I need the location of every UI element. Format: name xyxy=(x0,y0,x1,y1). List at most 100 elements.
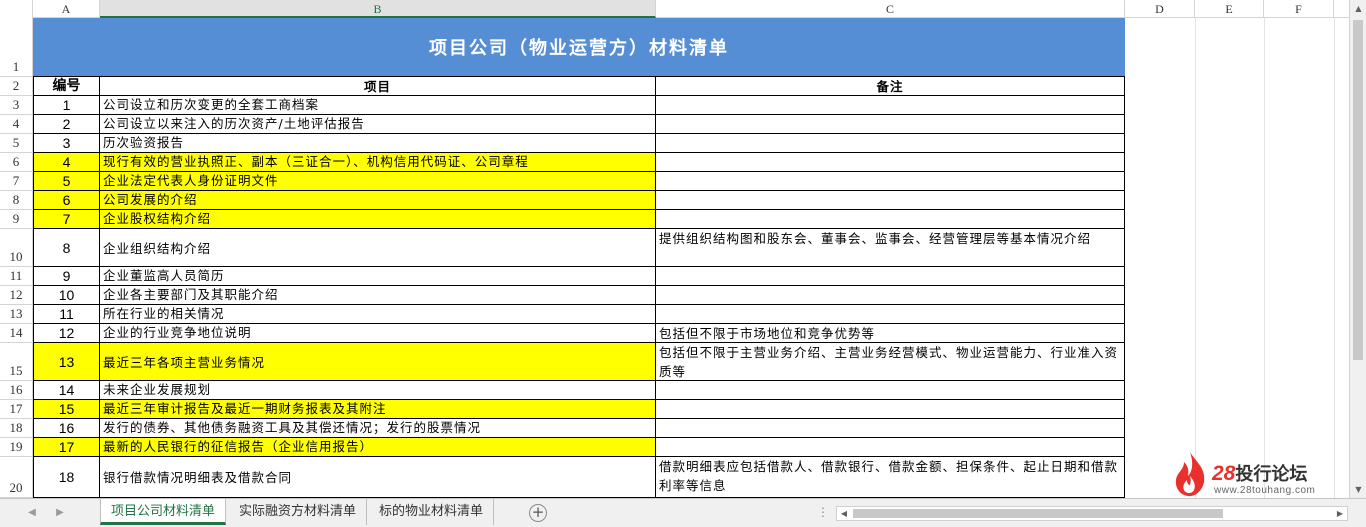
item-note[interactable]: 包括但不限于市场地位和竞争优势等 xyxy=(656,324,1125,343)
item-note[interactable] xyxy=(656,210,1125,229)
item-name[interactable]: 历次验资报告 xyxy=(100,134,656,153)
item-num[interactable]: 17 xyxy=(33,438,100,457)
row-header-13[interactable]: 13 xyxy=(0,305,33,324)
item-num[interactable]: 6 xyxy=(33,191,100,210)
row-header-17[interactable]: 17 xyxy=(0,400,33,419)
row-header-8[interactable]: 8 xyxy=(0,191,33,210)
scroll-down-icon[interactable]: ▼ xyxy=(1350,481,1366,498)
row-header-4[interactable]: 4 xyxy=(0,115,33,134)
row-header-12[interactable]: 12 xyxy=(0,286,33,305)
item-name[interactable]: 发行的债券、其他债务融资工具及其偿还情况；发行的股票情况 xyxy=(100,419,656,438)
scroll-right-icon[interactable]: ▶ xyxy=(1333,507,1347,520)
item-note[interactable] xyxy=(656,153,1125,172)
horizontal-scroll-thumb[interactable] xyxy=(853,509,1223,518)
row-header-7[interactable]: 7 xyxy=(0,172,33,191)
sheet-grid[interactable]: 项目公司（物业运营方）材料清单 编号 项目 备注 1 公司设立和历次变更的全套工… xyxy=(33,18,1349,498)
item-name[interactable]: 最新的人民银行的征信报告（企业信用报告） xyxy=(100,438,656,457)
item-note[interactable] xyxy=(656,305,1125,324)
item-name[interactable]: 最近三年各项主营业务情况 xyxy=(100,343,656,381)
item-note[interactable] xyxy=(656,267,1125,286)
item-name[interactable]: 现行有效的营业执照正、副本（三证合一）、机构信用代码证、公司章程 xyxy=(100,153,656,172)
column-header-a[interactable]: A xyxy=(33,0,100,18)
select-all-corner[interactable] xyxy=(0,0,33,18)
row-header-5[interactable]: 5 xyxy=(0,134,33,153)
row-header-1[interactable]: 1 xyxy=(0,18,33,77)
item-name[interactable]: 企业法定代表人身份证明文件 xyxy=(100,172,656,191)
item-note[interactable] xyxy=(656,381,1125,400)
column-header-f[interactable]: F xyxy=(1264,0,1334,18)
item-name[interactable]: 公司设立和历次变更的全套工商档案 xyxy=(100,96,656,115)
scroll-up-icon[interactable]: ▲ xyxy=(1350,0,1366,17)
item-num[interactable]: 8 xyxy=(33,229,100,267)
item-num[interactable]: 16 xyxy=(33,419,100,438)
item-note[interactable]: 提供组织结构图和股东会、董事会、监事会、经营管理层等基本情况介绍 xyxy=(656,229,1125,267)
item-name[interactable]: 企业的行业竞争地位说明 xyxy=(100,324,656,343)
tab-split-handle[interactable]: ⋮ xyxy=(817,505,830,519)
vertical-scrollbar[interactable]: ▲ ▼ xyxy=(1349,0,1366,498)
row-header-14[interactable]: 14 xyxy=(0,324,33,343)
column-header-b[interactable]: B xyxy=(100,0,656,18)
scroll-left-icon[interactable]: ◀ xyxy=(837,507,851,520)
item-note[interactable] xyxy=(656,115,1125,134)
item-name[interactable]: 企业各主要部门及其职能介绍 xyxy=(100,286,656,305)
item-note[interactable] xyxy=(656,286,1125,305)
next-sheet-icon[interactable]: ▶ xyxy=(52,505,68,521)
item-num[interactable]: 14 xyxy=(33,381,100,400)
item-note[interactable]: 借款明细表应包括借款人、借款银行、借款金额、担保条件、起止日期和借款利率等信息 xyxy=(656,457,1125,498)
sheet-tab-target-property[interactable]: 标的物业材料清单 xyxy=(369,499,495,525)
column-header-e[interactable]: E xyxy=(1195,0,1264,18)
item-num[interactable]: 5 xyxy=(33,172,100,191)
prev-sheet-icon[interactable]: ◀ xyxy=(24,505,40,521)
item-note[interactable] xyxy=(656,96,1125,115)
item-name[interactable]: 所在行业的相关情况 xyxy=(100,305,656,324)
row-header-11[interactable]: 11 xyxy=(0,267,33,286)
sheet-tab-project-company[interactable]: 项目公司材料清单 xyxy=(100,499,227,525)
horizontal-scrollbar[interactable]: ◀ ▶ xyxy=(836,506,1348,521)
item-name[interactable]: 公司设立以来注入的历次资产/土地评估报告 xyxy=(100,115,656,134)
row-header-6[interactable]: 6 xyxy=(0,153,33,172)
item-name[interactable]: 企业组织结构介绍 xyxy=(100,229,656,267)
sheet-tab-financing-party[interactable]: 实际融资方材料清单 xyxy=(229,499,368,525)
row-header-16[interactable]: 16 xyxy=(0,381,33,400)
column-header-d[interactable]: D xyxy=(1125,0,1195,18)
row-header-18[interactable]: 18 xyxy=(0,419,33,438)
item-num[interactable]: 4 xyxy=(33,153,100,172)
row-header-10[interactable]: 10 xyxy=(0,229,33,267)
item-num[interactable]: 1 xyxy=(33,96,100,115)
item-name[interactable]: 公司发展的介绍 xyxy=(100,191,656,210)
item-num[interactable]: 2 xyxy=(33,115,100,134)
item-num[interactable]: 11 xyxy=(33,305,100,324)
item-num[interactable]: 13 xyxy=(33,343,100,381)
header-num[interactable]: 编号 xyxy=(33,77,100,96)
item-num[interactable]: 18 xyxy=(33,457,100,498)
row-header-9[interactable]: 9 xyxy=(0,210,33,229)
row-header-20[interactable]: 20 xyxy=(0,457,33,498)
item-note[interactable] xyxy=(656,400,1125,419)
item-note[interactable]: 包括但不限于主营业务介绍、主营业务经营模式、物业运营能力、行业准入资质等 xyxy=(656,343,1125,381)
item-note[interactable] xyxy=(656,419,1125,438)
item-note[interactable] xyxy=(656,191,1125,210)
row-header-19[interactable]: 19 xyxy=(0,438,33,457)
add-sheet-icon[interactable]: + xyxy=(529,504,547,522)
item-num[interactable]: 9 xyxy=(33,267,100,286)
item-note[interactable] xyxy=(656,172,1125,191)
column-header-c[interactable]: C xyxy=(656,0,1125,18)
header-item[interactable]: 项目 xyxy=(100,77,656,96)
item-num[interactable]: 12 xyxy=(33,324,100,343)
row-header-2[interactable]: 2 xyxy=(0,77,33,96)
item-name[interactable]: 企业股权结构介绍 xyxy=(100,210,656,229)
item-name[interactable]: 银行借款情况明细表及借款合同 xyxy=(100,457,656,498)
item-name[interactable]: 最近三年审计报告及最近一期财务报表及其附注 xyxy=(100,400,656,419)
item-name[interactable]: 企业董监高人员简历 xyxy=(100,267,656,286)
header-note[interactable]: 备注 xyxy=(656,77,1125,96)
row-header-3[interactable]: 3 xyxy=(0,96,33,115)
item-note[interactable] xyxy=(656,134,1125,153)
item-num[interactable]: 15 xyxy=(33,400,100,419)
row-header-15[interactable]: 15 xyxy=(0,343,33,381)
item-num[interactable]: 10 xyxy=(33,286,100,305)
vertical-scroll-thumb[interactable] xyxy=(1353,20,1363,360)
item-num[interactable]: 3 xyxy=(33,134,100,153)
item-note[interactable] xyxy=(656,438,1125,457)
item-num[interactable]: 7 xyxy=(33,210,100,229)
item-name[interactable]: 未来企业发展规划 xyxy=(100,381,656,400)
